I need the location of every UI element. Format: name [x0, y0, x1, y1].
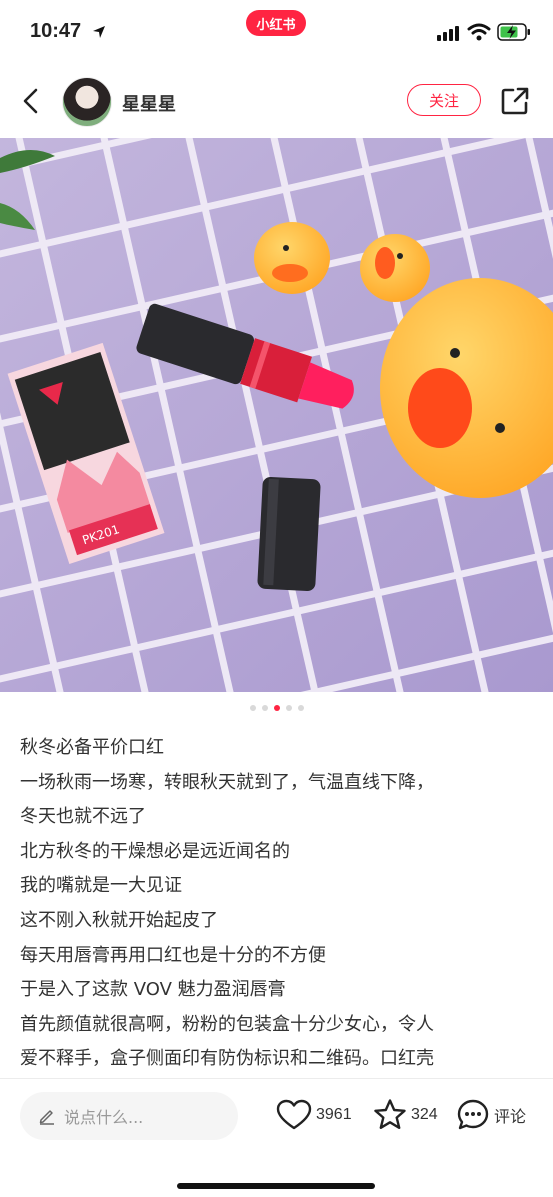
pager-dot [261, 705, 268, 711]
comment-input[interactable]: 说点什么... [20, 1092, 238, 1140]
app-badge: 小红书 [246, 10, 306, 36]
username[interactable]: 星星星 [122, 90, 176, 116]
post-line: 一场秋雨一场寒，转眼秋天就到了，气温直线下降， [20, 771, 434, 793]
heart-icon [276, 1099, 312, 1130]
post-header: 星星星 关注 [0, 66, 553, 138]
post-line: 首先颜值就很高啊，粉粉的包装盒十分少女心，令人 [20, 1013, 434, 1035]
post-line: 北方秋冬的干燥想必是远近闻名的 [20, 840, 290, 862]
pager-dot-active [273, 705, 280, 711]
status-time: 10:47 [30, 20, 82, 42]
post-line: 每天用唇膏再用口红也是十分的不方便 [20, 944, 326, 966]
avatar[interactable] [62, 77, 112, 127]
star-icon [374, 1099, 406, 1129]
pager-dot [297, 705, 304, 711]
comment-button[interactable]: 评论 [456, 1097, 526, 1133]
location-arrow-icon [93, 26, 105, 38]
pager-dot [249, 705, 256, 711]
like-count: 3961 [316, 1106, 352, 1123]
pager-dot [285, 705, 292, 711]
post-line: 于是入了这款 VOV 魅力盈润唇膏 [20, 979, 286, 1001]
like-button[interactable]: 3961 [276, 1097, 352, 1133]
status-bar: 10:47 小红书 [0, 0, 553, 66]
cellular-signal-icon [437, 26, 459, 41]
home-indicator [177, 1183, 375, 1189]
post-line: 这不刚入秋就开始起皮了 [20, 909, 218, 931]
post-line: 爱不释手，盒子侧面印有防伪标识和二维码。口红壳 [20, 1048, 434, 1070]
share-icon[interactable] [500, 86, 530, 116]
post-title: 秋冬必备平价口红 [20, 737, 164, 758]
battery-charging-icon [497, 23, 530, 41]
collect-button[interactable]: 324 [373, 1097, 438, 1133]
post-line: 冬天也就不远了 [20, 806, 146, 828]
follow-button[interactable]: 关注 [407, 84, 481, 116]
pen-icon [39, 1110, 54, 1125]
lipstick-photo-illustration: PK201 [0, 138, 553, 692]
comment-bubble-icon [457, 1099, 489, 1130]
collect-count: 324 [411, 1106, 438, 1123]
comment-label: 评论 [494, 1109, 527, 1126]
post-content: 秋冬必备平价口红 一场秋雨一场寒，转眼秋天就到了，气温直线下降， 冬天也就不远了… [20, 731, 540, 1077]
back-icon[interactable] [18, 86, 44, 116]
post-photo[interactable]: PK201 [0, 138, 553, 692]
wifi-icon [467, 23, 491, 41]
post-line: 我的嘴就是一大见证 [20, 875, 182, 897]
bottom-action-bar: 说点什么... 3961 324 评论 [0, 1078, 553, 1197]
photo-pager-dots [0, 700, 553, 716]
comment-placeholder: 说点什么... [64, 1108, 144, 1127]
